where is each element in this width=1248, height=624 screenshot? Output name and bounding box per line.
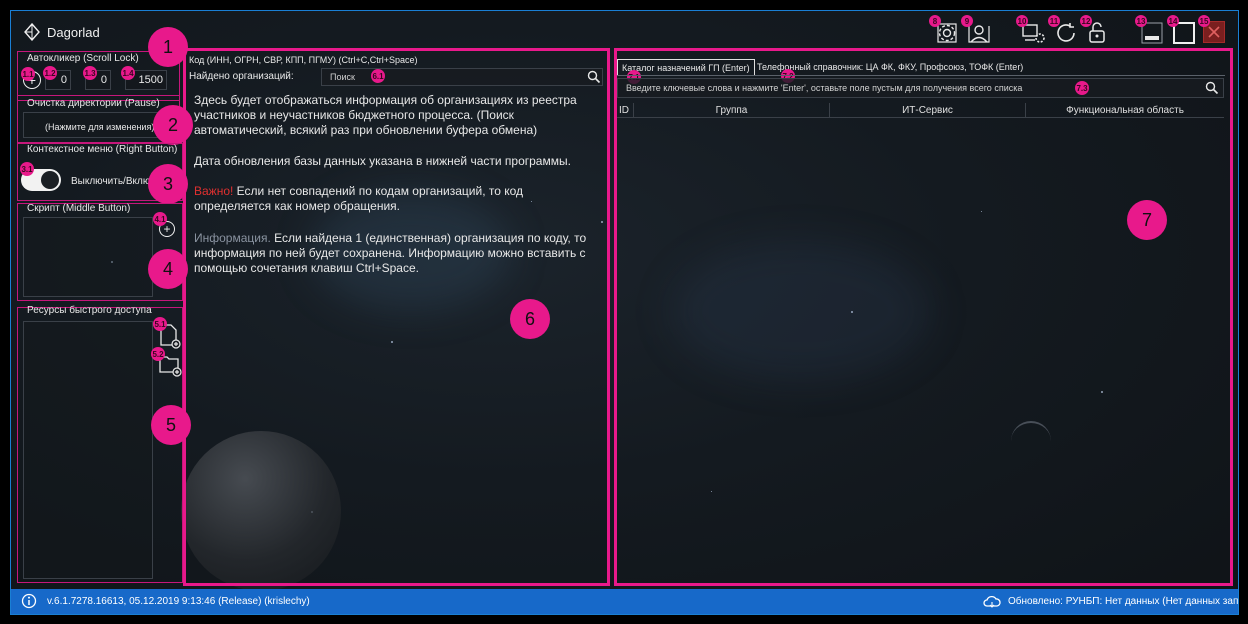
catalog-panel — [614, 48, 1233, 586]
cleanup-hint: (Нажмите для изменения) — [45, 122, 155, 132]
badge-1-3: 1.3 — [83, 66, 97, 80]
catalog-search-input[interactable]: Введите ключевые слова и нажмите 'Enter'… — [617, 78, 1224, 98]
toggle-knob — [41, 171, 59, 189]
section-badge-4: 4 — [148, 249, 188, 289]
context-menu-toggle-label: Выключить/Включ — [71, 176, 156, 187]
info-paragraph-1: Здесь будет отображаться информация об о… — [194, 93, 577, 137]
search-icon[interactable] — [587, 70, 601, 84]
context-menu-title: Контекстное меню (Right Button) — [27, 144, 178, 155]
column-header-id[interactable]: ID — [617, 103, 634, 117]
badge-5-2: 5.2 — [151, 347, 165, 361]
info-paragraph-4: Информация. Если найдена 1 (единственная… — [194, 231, 599, 276]
info-paragraph-3: Важно! Если нет совпадений по кодам орга… — [194, 184, 599, 214]
badge-lock: 12 — [1080, 15, 1092, 27]
badge-device-settings: 10 — [1016, 15, 1028, 27]
app-logo-icon — [24, 23, 40, 41]
badge-maximize: 14 — [1167, 15, 1179, 27]
info-prefix: Информация. — [194, 231, 271, 245]
cleanup-title: Очистка директории (Pause) — [27, 98, 160, 109]
badge-7-3: 7.3 — [1075, 81, 1089, 95]
tab-underline — [617, 75, 1225, 76]
title-bar: Dagorlad 8 9 10 11 12 13 14 15 — [11, 11, 1238, 51]
badge-settings: 8 — [929, 15, 941, 27]
catalog-search-icon[interactable] — [1205, 81, 1219, 95]
badge-refresh: 11 — [1048, 15, 1060, 27]
section-badge-1: 1 — [148, 27, 188, 67]
tab-phonebook-label: Телефонный справочник: ЦА ФК, ФКУ, Профс… — [757, 62, 1024, 72]
badge-5-1: 5.1 — [153, 317, 167, 331]
column-header-group[interactable]: Группа — [634, 103, 830, 117]
app-title: Dagorlad — [47, 25, 100, 40]
section-badge-7: 7 — [1127, 200, 1167, 240]
badge-minimize: 13 — [1135, 15, 1147, 27]
badge-3-1: 3.1 — [20, 162, 34, 176]
column-header-it-service[interactable]: ИТ-Сервис — [830, 103, 1026, 117]
organization-search-input[interactable]: Поиск — [321, 68, 603, 86]
script-area[interactable] — [23, 217, 153, 297]
badge-1-2: 1.2 — [43, 66, 57, 80]
badge-4-1: 4.1 — [153, 212, 167, 226]
badge-user-card: 9 — [961, 15, 973, 27]
info-paragraph-2: Дата обновления базы данных указана в ни… — [194, 154, 571, 168]
version-text: v.6.1.7278.16613, 05.12.2019 9:13:46 (Re… — [47, 596, 310, 607]
column-header-functional-area[interactable]: Функциональная область — [1026, 103, 1224, 117]
autoclicker-title: Автокликер (Scroll Lock) — [27, 53, 139, 64]
important-text: Если нет совпадений по кодам организаций… — [194, 184, 524, 213]
code-label: Код (ИНН, ОГРН, СВР, КПП, ПГМУ) (Ctrl+C,… — [189, 55, 418, 65]
badge-1-1: 1.1 — [21, 67, 35, 81]
resources-list[interactable] — [23, 321, 153, 579]
section-badge-3: 3 — [148, 164, 188, 204]
badge-close: 15 — [1198, 15, 1210, 27]
section-badge-6: 6 — [510, 299, 550, 339]
app-window: Dagorlad 8 9 10 11 12 13 14 15 Автоклике… — [10, 10, 1239, 615]
info-icon[interactable] — [21, 593, 37, 609]
cloud-sync-icon[interactable] — [983, 594, 1001, 610]
script-title: Скрипт (Middle Button) — [27, 203, 131, 214]
resources-title: Ресурсы быстрого доступа — [27, 305, 152, 316]
update-status-text: Обновлено: РУНБП: Нет данных (Нет данных… — [1008, 596, 1239, 607]
status-bar: v.6.1.7278.16613, 05.12.2019 9:13:46 (Re… — [11, 589, 1238, 614]
catalog-search-hint: Введите ключевые слова и нажмите 'Enter'… — [626, 83, 1023, 93]
important-prefix: Важно! — [194, 184, 234, 198]
found-label: Найдено организаций: — [189, 71, 294, 82]
tab-catalog-label: Каталог назначений ГП (Enter) — [622, 62, 750, 73]
search-placeholder: Поиск — [330, 72, 355, 82]
badge-1-4: 1.4 — [121, 66, 135, 80]
badge-6-1: 6.1 — [371, 69, 385, 83]
